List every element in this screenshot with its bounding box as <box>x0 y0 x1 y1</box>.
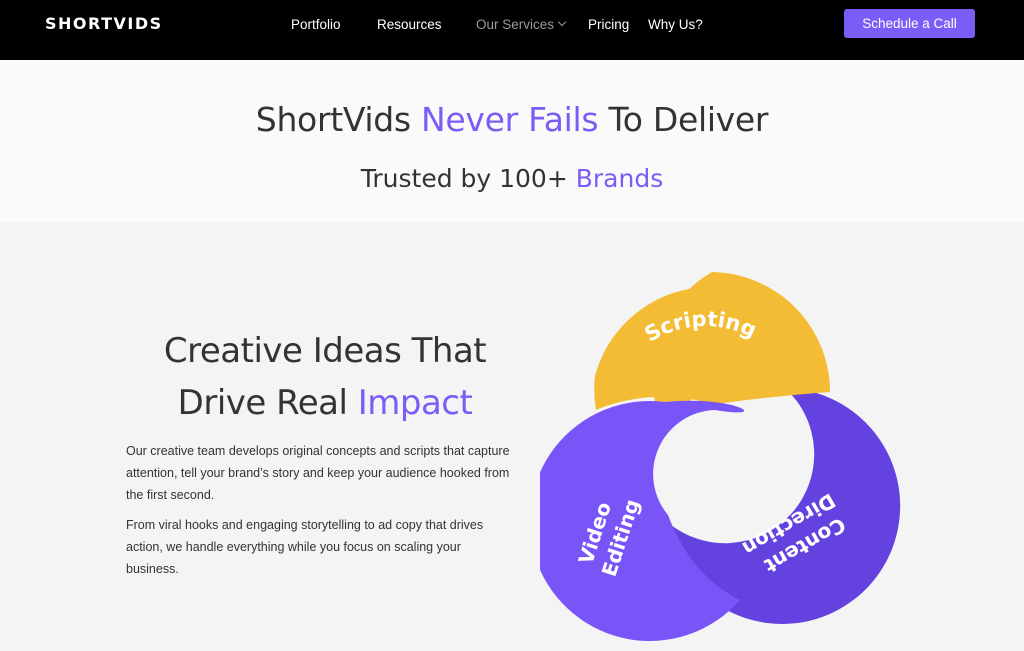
hero-title-text: ShortVids <box>255 100 422 139</box>
hero-band <box>0 60 1024 222</box>
nav-link-resources[interactable]: Resources <box>377 16 442 34</box>
services-ring-diagram: Scripting Video Editing Content Directio… <box>540 272 901 641</box>
feature-title-line2: Drive Real Impact <box>120 377 530 429</box>
brand-logo[interactable]: SHORTVIDS <box>45 14 163 34</box>
hero-subtitle-text: Trusted by 100+ <box>360 164 576 193</box>
nav-link-pricing[interactable]: Pricing <box>588 16 629 34</box>
hero-subtitle: Trusted by 100+ Brands <box>0 163 1024 195</box>
feature-title: Creative Ideas That Drive Real Impact <box>120 325 530 429</box>
nav-link-our-services[interactable]: Our Services <box>476 16 567 34</box>
feature-title-line1: Creative Ideas That <box>163 331 487 371</box>
feature-paragraph-1: Our creative team develops original conc… <box>126 444 510 502</box>
feature-paragraph-2: From viral hooks and engaging storytelli… <box>126 518 484 576</box>
hero-title-accent: Never Fails <box>421 100 599 139</box>
hero-subtitle-accent: Brands <box>575 164 664 193</box>
nav-link-portfolio[interactable]: Portfolio <box>291 16 341 34</box>
hero-title: ShortVids Never Fails To Deliver <box>0 100 1024 140</box>
nav-link-our-services-label: Our Services <box>476 17 555 32</box>
top-navbar: SHORTVIDS Portfolio Resources Our Servic… <box>0 0 1024 60</box>
video-editing-ring <box>540 400 745 641</box>
hero-title-text-end: To Deliver <box>598 100 769 139</box>
schedule-call-button[interactable]: Schedule a Call <box>844 9 975 38</box>
scripting-ring-lower <box>594 286 830 410</box>
feature-title-accent: Impact <box>357 383 473 423</box>
chevron-down-icon <box>557 17 567 27</box>
feature-title-line2-text: Drive Real <box>177 383 358 423</box>
nav-link-why-us[interactable]: Why Us? <box>648 16 703 34</box>
